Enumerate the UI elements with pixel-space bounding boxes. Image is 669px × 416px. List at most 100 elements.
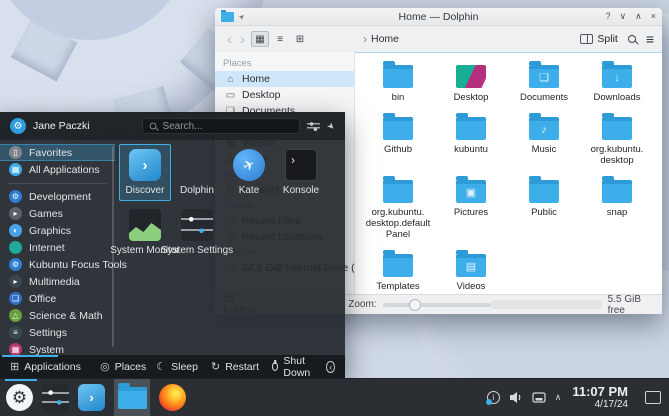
folder-item[interactable]: kubuntu bbox=[436, 113, 506, 166]
tab-applications[interactable]: ⊞ Applications bbox=[10, 360, 81, 373]
folder-item[interactable]: bin bbox=[363, 61, 433, 103]
place-icon: ⌂ bbox=[225, 74, 236, 85]
app-item[interactable]: › Konsole bbox=[275, 144, 327, 201]
folder-item[interactable]: org.kubuntu. desktop.default Panel bbox=[363, 176, 433, 240]
places-item[interactable]: ▭ Desktop bbox=[215, 87, 354, 103]
folder-icon: ▣ bbox=[456, 180, 486, 203]
status-notifier-icon[interactable]: i bbox=[487, 391, 500, 404]
details-view-button[interactable]: ≡ bbox=[271, 31, 289, 47]
places-item[interactable]: ⌂ Home bbox=[215, 71, 354, 87]
clipboard-icon[interactable] bbox=[532, 392, 546, 404]
category-item[interactable]: ▸ Games bbox=[0, 205, 115, 222]
icons-view-button[interactable]: ▦ bbox=[251, 31, 269, 47]
category-item[interactable]: ▸ Multimedia bbox=[0, 273, 115, 290]
folder-item[interactable]: ▤ Videos bbox=[436, 250, 506, 292]
folder-item[interactable]: Github bbox=[363, 113, 433, 166]
category-item[interactable]: ▯ Favorites bbox=[0, 144, 115, 161]
search-field[interactable] bbox=[142, 118, 300, 134]
folder-item[interactable]: ▣ Pictures bbox=[436, 176, 506, 240]
folder-item[interactable]: ↓ Downloads bbox=[582, 61, 652, 103]
category-item[interactable]: ❏ Office bbox=[0, 290, 115, 307]
volume-icon[interactable] bbox=[509, 391, 523, 404]
pin-icon: ➤ bbox=[237, 12, 247, 22]
forward-button[interactable]: › bbox=[236, 32, 249, 47]
scrollbar[interactable] bbox=[112, 146, 114, 347]
folder-label: Desktop bbox=[454, 92, 489, 103]
tab-places[interactable]: ◎ Places bbox=[100, 360, 146, 373]
help-button[interactable]: ? bbox=[606, 11, 611, 22]
discover-task-icon[interactable]: › bbox=[78, 384, 105, 411]
show-desktop-button[interactable] bbox=[645, 391, 661, 404]
search-input[interactable] bbox=[162, 121, 272, 132]
user-name: Jane Paczki bbox=[33, 120, 90, 132]
folder-item[interactable]: org.kubuntu. desktop bbox=[582, 113, 652, 166]
folder-label: bin bbox=[392, 92, 405, 103]
digital-clock[interactable]: 11:07 PM 4/17/24 bbox=[572, 385, 628, 410]
app-item[interactable]: ✈ Kate bbox=[223, 144, 275, 201]
app-icon: › bbox=[129, 149, 161, 181]
moon-icon: ☾ bbox=[156, 360, 166, 373]
close-button[interactable]: × bbox=[651, 11, 656, 22]
folder-item[interactable]: Public bbox=[509, 176, 579, 240]
app-item[interactable]: › Discover bbox=[119, 144, 171, 201]
places-item[interactable]: Places bbox=[215, 56, 354, 71]
category-icon: △ bbox=[9, 309, 22, 322]
app-icon bbox=[181, 209, 213, 241]
folder-item[interactable]: snap bbox=[582, 176, 652, 240]
search-icon[interactable] bbox=[628, 35, 636, 43]
folder-label: Public bbox=[531, 207, 557, 218]
category-item[interactable]: ⚙ Kubuntu Focus Tools bbox=[0, 256, 115, 273]
system-tray: i ∧ 11:07 PM 4/17/24 bbox=[487, 385, 665, 410]
tree-view-button[interactable]: ⊞ bbox=[291, 31, 309, 47]
category-item[interactable]: Internet bbox=[0, 239, 115, 256]
category-item[interactable]: △ Science & Math bbox=[0, 307, 115, 324]
folder-item[interactable]: ❏ Documents bbox=[509, 61, 579, 103]
category-label: Settings bbox=[29, 327, 67, 339]
power-icon bbox=[272, 362, 278, 371]
minimize-button[interactable]: ∨ bbox=[620, 11, 627, 22]
dolphin-task-active[interactable] bbox=[114, 379, 150, 416]
app-item[interactable]: System Settings bbox=[171, 204, 223, 261]
zoom-slider[interactable] bbox=[383, 303, 491, 307]
restart-button[interactable]: ↻ Restart bbox=[211, 360, 259, 373]
dolphin-folder-icon bbox=[118, 387, 147, 409]
pin-icon[interactable]: ➤ bbox=[325, 119, 338, 132]
folder-item[interactable]: Desktop bbox=[436, 61, 506, 103]
folder-icon: ↓ bbox=[602, 65, 632, 88]
category-label: Internet bbox=[29, 242, 65, 254]
configure-icon[interactable] bbox=[307, 121, 320, 132]
category-icon bbox=[9, 241, 22, 254]
category-icon: ≡ bbox=[9, 326, 22, 339]
breadcrumb[interactable]: › Home bbox=[363, 32, 399, 46]
expand-tray-arrow[interactable]: ∧ bbox=[555, 392, 562, 403]
user-avatar[interactable]: ⚙ bbox=[10, 118, 26, 134]
launcher-categories: ▯ Favorites ▦ All Applications ⚙ Develop… bbox=[0, 140, 115, 355]
category-item[interactable] bbox=[8, 178, 107, 184]
folder-label: Pictures bbox=[454, 207, 488, 218]
launcher-active-indicator bbox=[5, 379, 37, 381]
application-launcher-button[interactable]: ⚙ bbox=[6, 384, 33, 411]
leave-options-button[interactable]: ‹ bbox=[326, 361, 335, 373]
category-item[interactable]: ≡ Settings bbox=[0, 324, 115, 341]
category-item[interactable]: ⚙ Development bbox=[0, 188, 115, 205]
zoom-slider-knob[interactable] bbox=[409, 299, 421, 311]
category-item[interactable]: ▦ All Applications bbox=[0, 161, 115, 178]
folder-item[interactable]: ♪ Music bbox=[509, 113, 579, 166]
folder-label: Templates bbox=[376, 281, 419, 292]
folder-item[interactable]: Templates bbox=[363, 250, 433, 292]
folder-view: bin Desktop ❏ Documents bbox=[355, 52, 662, 294]
firefox-task-icon[interactable] bbox=[159, 384, 186, 411]
folder-icon bbox=[456, 117, 486, 140]
hamburger-menu-icon[interactable]: ≡ bbox=[646, 31, 654, 47]
system-settings-task-icon[interactable] bbox=[42, 384, 69, 411]
split-button[interactable]: Split bbox=[580, 33, 617, 45]
dolphin-titlebar[interactable]: ➤ Home — Dolphin ? ∨ ∧ × bbox=[215, 8, 662, 26]
back-button[interactable]: ‹ bbox=[223, 32, 236, 47]
category-item[interactable]: ◐ Graphics bbox=[0, 222, 115, 239]
sleep-button[interactable]: ☾ Sleep bbox=[156, 360, 198, 373]
app-icon bbox=[181, 149, 213, 181]
shutdown-button[interactable]: Shut Down bbox=[272, 355, 315, 379]
maximize-button[interactable]: ∧ bbox=[635, 11, 642, 22]
zoom-label: Zoom: bbox=[348, 299, 376, 310]
app-item[interactable]: Dolphin bbox=[171, 144, 223, 201]
